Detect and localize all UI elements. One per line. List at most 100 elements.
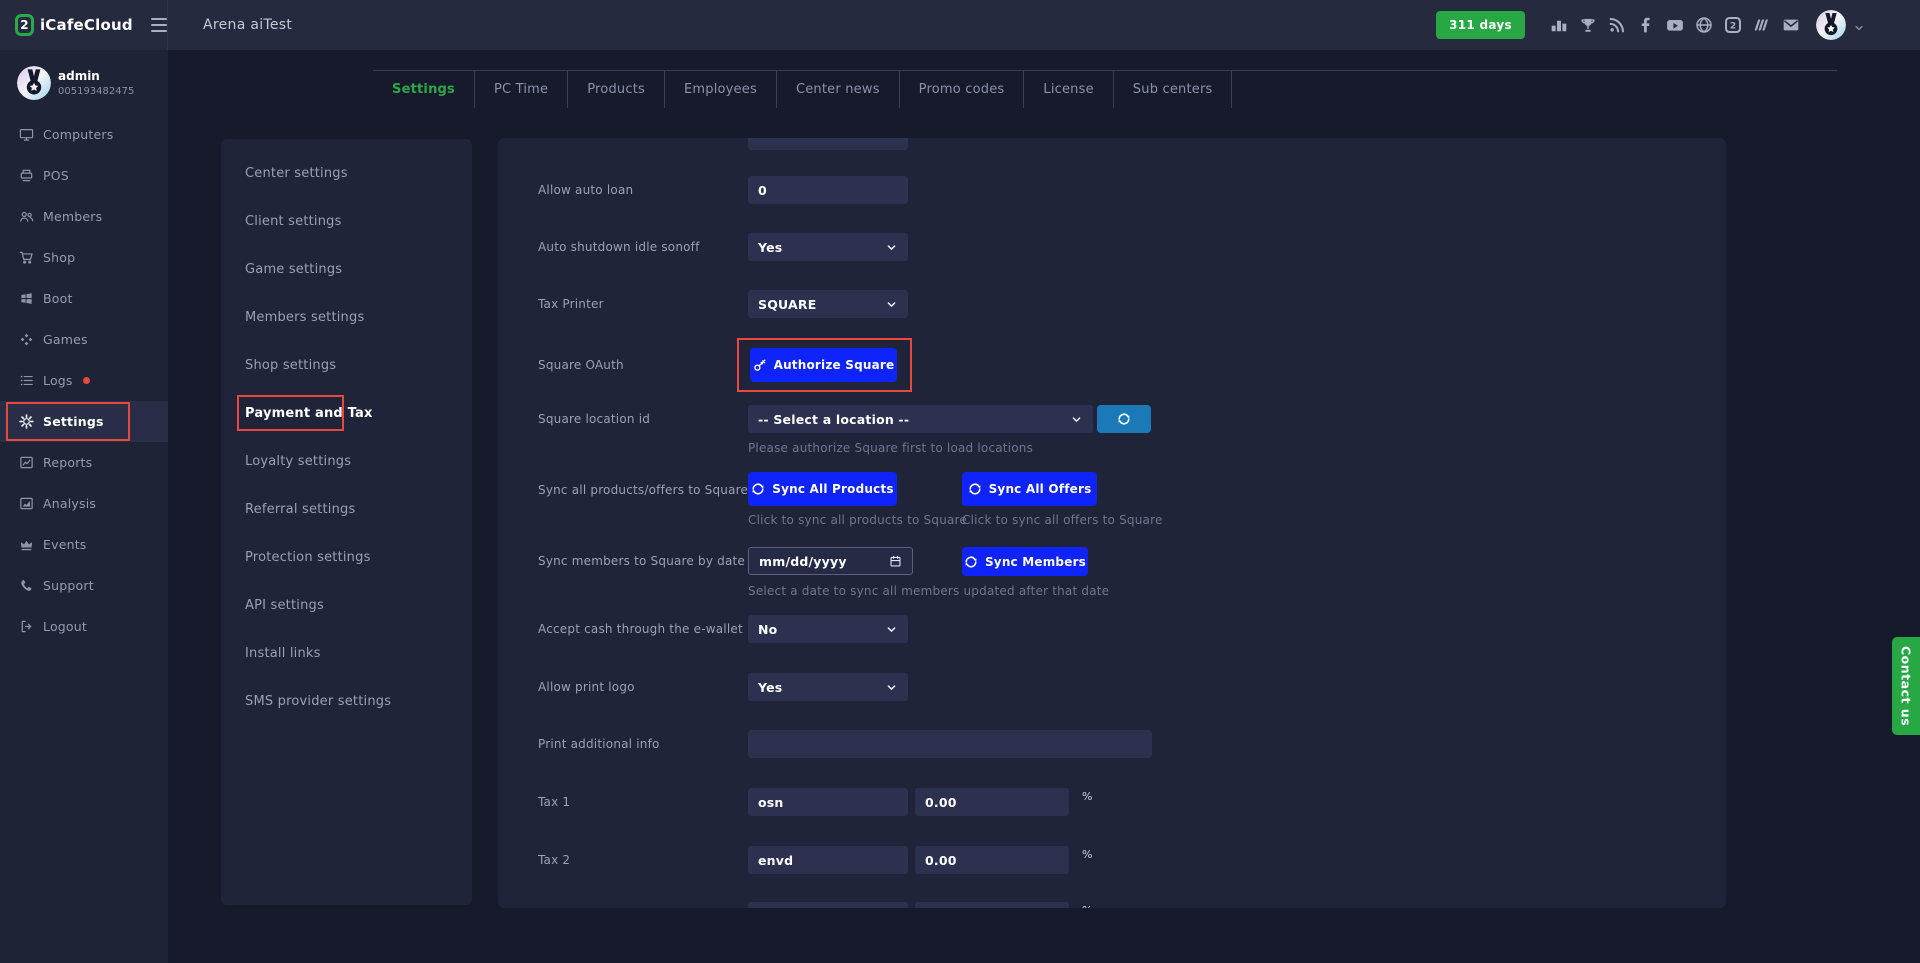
- tax-2-rate-input[interactable]: 0.00: [915, 846, 1069, 874]
- sidebar-item-shop[interactable]: Shop: [0, 237, 168, 278]
- ranking-icon[interactable]: [1550, 16, 1568, 34]
- sidebar-item-pos[interactable]: POS: [0, 155, 168, 196]
- tax-printer-select[interactable]: SQUARE: [748, 290, 908, 318]
- sync-all-products-button-label: Sync All Products: [772, 482, 893, 496]
- tab-pc-time[interactable]: PC Time: [475, 71, 568, 108]
- sidebar-item-label: Members: [43, 209, 102, 224]
- trophy-icon[interactable]: [1579, 16, 1597, 34]
- sidebar-item-computers[interactable]: Computers: [0, 114, 168, 155]
- sync-members-button[interactable]: Sync Members: [962, 547, 1088, 576]
- settings-nav-sms-provider-settings[interactable]: SMS provider settings: [221, 677, 472, 725]
- tax-1-name-input[interactable]: osn: [748, 788, 908, 816]
- accept-cash-through-the-e-wallet-select[interactable]: No: [748, 615, 908, 643]
- print-additional-info-input[interactable]: [748, 730, 1152, 758]
- layers-icon[interactable]: [1753, 16, 1771, 34]
- tab-settings[interactable]: Settings: [373, 71, 475, 108]
- tab-promo-codes[interactable]: Promo codes: [900, 71, 1025, 108]
- settings-nav-center-settings[interactable]: Center settings: [221, 149, 472, 197]
- chevron-down-icon: [885, 681, 898, 694]
- settings-nav-label: Payment and Tax: [245, 406, 373, 421]
- members-icon: [19, 209, 34, 224]
- sync-members-date-input[interactable]: mm/dd/yyyy: [748, 547, 913, 575]
- chevron-down-icon: [885, 623, 898, 636]
- svg-text:2: 2: [1730, 21, 1736, 31]
- settings-nav-api-settings[interactable]: API settings: [221, 581, 472, 629]
- settings-nav-label: Center settings: [245, 166, 348, 181]
- contact-us-tab[interactable]: Contact us: [1892, 637, 1920, 735]
- hamburger-menu-icon[interactable]: [151, 18, 167, 32]
- rss-icon[interactable]: [1608, 16, 1626, 34]
- tab-products[interactable]: Products: [568, 71, 665, 108]
- allow-print-logo-select[interactable]: Yes: [748, 673, 908, 701]
- square-location-id-select[interactable]: -- Select a location --: [748, 405, 1093, 433]
- form-label-accept-cash-through-the-e-wallet: Accept cash through the e-wallet: [538, 615, 743, 643]
- chevron-down-icon: [1070, 413, 1083, 426]
- cart-icon: [19, 250, 34, 265]
- settings-nav-client-settings[interactable]: Client settings: [221, 197, 472, 245]
- settings-nav-game-settings[interactable]: Game settings: [221, 245, 472, 293]
- youtube-icon[interactable]: [1666, 16, 1684, 34]
- settings-nav-label: Game settings: [245, 262, 342, 277]
- sync-all-offers-button[interactable]: Sync All Offers: [962, 472, 1097, 506]
- auto-shutdown-idle-sonoff-select[interactable]: Yes: [748, 233, 908, 261]
- refresh-locations-button[interactable]: [1097, 405, 1151, 433]
- sidebar-item-games[interactable]: Games: [0, 319, 168, 360]
- settings-nav-install-links[interactable]: Install links: [221, 629, 472, 677]
- form-helper-text: Click to sync all offers to Square: [962, 513, 1163, 527]
- sidebar-item-members[interactable]: Members: [0, 196, 168, 237]
- chevron-down-icon[interactable]: [1853, 19, 1865, 31]
- key-icon: [753, 358, 767, 372]
- tab-center-news[interactable]: Center news: [777, 71, 900, 108]
- tax-3-rate-input[interactable]: [915, 902, 1069, 908]
- brand[interactable]: 2 iCafeCloud: [0, 0, 168, 50]
- monitor-icon: [19, 127, 34, 142]
- tax-2-name-input[interactable]: envd: [748, 846, 908, 874]
- sync-icon: [964, 555, 978, 569]
- settings-nav-loyalty-settings[interactable]: Loyalty settings: [221, 437, 472, 485]
- form-label-sync-members-to-square-by-date: Sync members to Square by date: [538, 547, 745, 575]
- sidebar-item-boot[interactable]: Boot: [0, 278, 168, 319]
- sidebar-item-events[interactable]: Events: [0, 524, 168, 565]
- settings-nav-referral-settings[interactable]: Referral settings: [221, 485, 472, 533]
- icafe-mark-icon[interactable]: 2: [1724, 16, 1742, 34]
- partial-scrolled-input[interactable]: [748, 138, 908, 150]
- settings-nav-label: Client settings: [245, 214, 342, 229]
- days-remaining-badge[interactable]: 311 days: [1436, 11, 1525, 39]
- tab-license[interactable]: License: [1024, 71, 1113, 108]
- settings-nav-shop-settings[interactable]: Shop settings: [221, 341, 472, 389]
- sidebar-avatar[interactable]: [17, 66, 51, 100]
- user-avatar[interactable]: [1816, 10, 1846, 40]
- sync-all-products-button[interactable]: Sync All Products: [748, 472, 897, 506]
- settings-nav-members-settings[interactable]: Members settings: [221, 293, 472, 341]
- form-label-allow-print-logo: Allow print logo: [538, 673, 635, 701]
- sidebar-item-support[interactable]: Support: [0, 565, 168, 606]
- tab-sub-centers[interactable]: Sub centers: [1114, 71, 1233, 108]
- form-helper-text: Click to sync all products to Square: [748, 513, 967, 527]
- tax-3-name-input[interactable]: [748, 902, 908, 908]
- authorize-square-button[interactable]: Authorize Square: [750, 348, 897, 382]
- sidebar-item-settings[interactable]: Settings: [0, 401, 168, 442]
- globe-icon[interactable]: [1695, 16, 1713, 34]
- sidebar-item-reports[interactable]: Reports: [0, 442, 168, 483]
- windows-icon: [19, 291, 34, 306]
- sidebar-item-logout[interactable]: Logout: [0, 606, 168, 647]
- form-label-tax-printer: Tax Printer: [538, 290, 604, 318]
- icafecloud-logo-icon: 2: [15, 14, 34, 36]
- settings-nav-protection-settings[interactable]: Protection settings: [221, 533, 472, 581]
- sidebar-item-analysis[interactable]: Analysis: [0, 483, 168, 524]
- gear-icon: [19, 414, 34, 429]
- sidebar-item-logs[interactable]: Logs: [0, 360, 168, 401]
- allow-auto-loan-input[interactable]: 0: [748, 176, 908, 204]
- games-icon: [19, 332, 34, 347]
- crown-icon: [19, 537, 34, 552]
- user-id: 005193482475: [58, 86, 134, 97]
- mail-icon[interactable]: [1782, 16, 1800, 34]
- facebook-icon[interactable]: [1637, 16, 1655, 34]
- tab-employees[interactable]: Employees: [665, 71, 777, 108]
- tax-printer-value: SQUARE: [758, 297, 816, 312]
- refresh-icon: [1117, 412, 1131, 426]
- form-label-tax-2: Tax 2: [538, 846, 570, 874]
- sync-all-offers-button-label: Sync All Offers: [989, 482, 1092, 496]
- settings-nav-payment-and-tax[interactable]: Payment and Tax: [221, 389, 472, 437]
- tax-1-rate-input[interactable]: 0.00: [915, 788, 1069, 816]
